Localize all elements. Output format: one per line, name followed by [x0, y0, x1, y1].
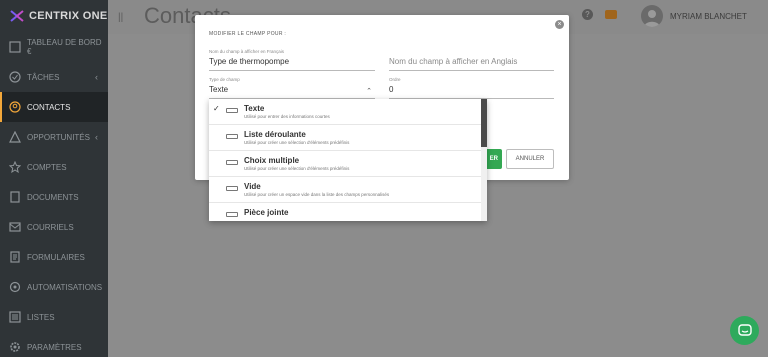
field-type-value[interactable]: Texte [209, 85, 375, 94]
attachment-field-icon [226, 212, 238, 217]
name-en-field[interactable]: Nom du champ à afficher en Anglais [389, 49, 554, 71]
sidebar-item-opportunities[interactable]: OPPORTUNITÉS ‹ [0, 122, 108, 152]
document-icon [10, 191, 20, 203]
name-fr-label: Nom du champ à afficher en Français [209, 49, 284, 54]
field-type-label: Type de champ [209, 77, 240, 82]
sidebar-item-lists[interactable]: LISTES [0, 302, 108, 332]
top-icons: ? [582, 9, 617, 20]
cancel-button[interactable]: ANNULER [506, 149, 554, 169]
sidebar-item-contacts[interactable]: CONTACTS [0, 92, 108, 122]
text-field-icon [226, 108, 238, 113]
sidebar-item-label: TÂCHES [27, 72, 60, 82]
star-icon [9, 161, 21, 173]
avatar[interactable] [641, 5, 663, 27]
messages-icon[interactable] [605, 10, 617, 19]
tasks-icon [9, 71, 21, 83]
field-underline [209, 70, 375, 71]
name-fr-field[interactable]: Nom du champ à afficher en Français Type… [209, 49, 375, 71]
mail-icon [9, 222, 21, 232]
field-type-select[interactable]: Type de champ Texte ⌃ [209, 77, 375, 99]
name-en-input[interactable]: Nom du champ à afficher en Anglais [389, 57, 554, 66]
sidebar-item-label: DOCUMENTS [27, 192, 79, 202]
dashboard-icon [9, 41, 21, 53]
sidebar-item-documents[interactable]: DOCUMENTS [0, 182, 108, 212]
chat-widget-button[interactable] [730, 316, 759, 345]
sidebar-item-dashboard[interactable]: TABLEAU DE BORD € [0, 32, 108, 62]
contacts-icon [9, 101, 21, 113]
option-description: Utilisé pour créer une sélection d'éléme… [244, 166, 350, 171]
automation-icon [9, 281, 21, 293]
order-input[interactable]: 0 [389, 85, 554, 94]
sidebar-item-emails[interactable]: COURRIELS [0, 212, 108, 242]
option-description: Utilisé pour créer une sélection d'éléme… [244, 140, 350, 145]
order-label: Ordre [389, 77, 401, 82]
sidebar: CENTRIX ONE TABLEAU DE BORD € TÂCHES ‹ C… [0, 0, 108, 357]
opportunities-icon [9, 131, 21, 143]
multiple-choice-icon [226, 160, 238, 165]
dropdown-option-select[interactable]: Liste déroulante Utilisé pour créer une … [209, 125, 481, 151]
dropdown-option-text[interactable]: ✓ Texte Utilisé pour entrer des informat… [209, 99, 481, 125]
dropdown-option-attachment[interactable]: Pièce jointe [209, 203, 481, 221]
app-name: CENTRIX ONE [29, 10, 108, 22]
sidebar-item-label: FORMULAIRES [27, 252, 85, 262]
field-type-dropdown[interactable]: ✓ Texte Utilisé pour entrer des informat… [209, 99, 487, 221]
sidebar-item-label: TABLEAU DE BORD € [27, 38, 102, 56]
select-field-icon [226, 134, 238, 139]
dropdown-option-multiple[interactable]: Choix multiple Utilisé pour créer une sé… [209, 151, 481, 177]
dropdown-option-empty[interactable]: Vide Utilisé pour créer un espace vide d… [209, 177, 481, 203]
scrollbar-thumb[interactable] [481, 99, 487, 147]
option-label: Pièce jointe [244, 208, 289, 217]
empty-field-icon [226, 186, 238, 191]
sidebar-item-label: COURRIELS [27, 222, 74, 232]
close-icon[interactable]: × [555, 20, 564, 29]
sidebar-item-automations[interactable]: AUTOMATISATIONS [0, 272, 108, 302]
sidebar-item-label: CONTACTS [27, 102, 71, 112]
form-icon [10, 251, 20, 263]
option-label: Liste déroulante [244, 130, 306, 139]
sidebar-item-label: COMPTES [27, 162, 67, 172]
list-icon [9, 311, 21, 323]
user-avatar-icon [644, 10, 660, 27]
app-logo[interactable]: CENTRIX ONE [0, 0, 108, 32]
chat-icon [737, 323, 752, 336]
option-label: Choix multiple [244, 156, 300, 165]
sidebar-item-label: OPPORTUNITÉS [27, 132, 90, 142]
chevron-left-icon: ‹ [95, 132, 98, 142]
sidebar-item-forms[interactable]: FORMULAIRES [0, 242, 108, 272]
sidebar-item-label: AUTOMATISATIONS [27, 282, 103, 292]
settings-icon [10, 342, 20, 352]
option-label: Texte [244, 104, 265, 113]
collapse-sidebar-icon[interactable]: || [118, 12, 123, 23]
option-label: Vide [244, 182, 261, 191]
modal-title: MODIFIER LE CHAMP POUR : [209, 31, 287, 37]
option-description: Utilisé pour créer un espace vide dans l… [244, 192, 390, 197]
order-field[interactable]: Ordre 0 [389, 77, 554, 99]
sidebar-item-accounts[interactable]: COMPTES [0, 152, 108, 182]
name-fr-input[interactable]: Type de thermopompe [209, 57, 375, 66]
logo-icon [10, 10, 24, 22]
check-icon: ✓ [213, 104, 220, 113]
option-description: Utilisé pour entrer des informations cou… [244, 114, 330, 119]
sidebar-item-tasks[interactable]: TÂCHES ‹ [0, 62, 108, 92]
chevron-left-icon: ‹ [95, 72, 98, 82]
help-icon[interactable]: ? [582, 9, 593, 20]
sidebar-item-settings[interactable]: PARAMÈTRES [0, 332, 108, 357]
field-underline [389, 70, 554, 71]
sidebar-item-label: PARAMÈTRES [27, 342, 82, 352]
dropdown-scrollbar[interactable] [481, 99, 487, 221]
user-name[interactable]: MYRIAM BLANCHET [670, 12, 747, 21]
sidebar-item-label: LISTES [27, 312, 55, 322]
chevron-up-icon[interactable]: ⌃ [366, 87, 372, 95]
